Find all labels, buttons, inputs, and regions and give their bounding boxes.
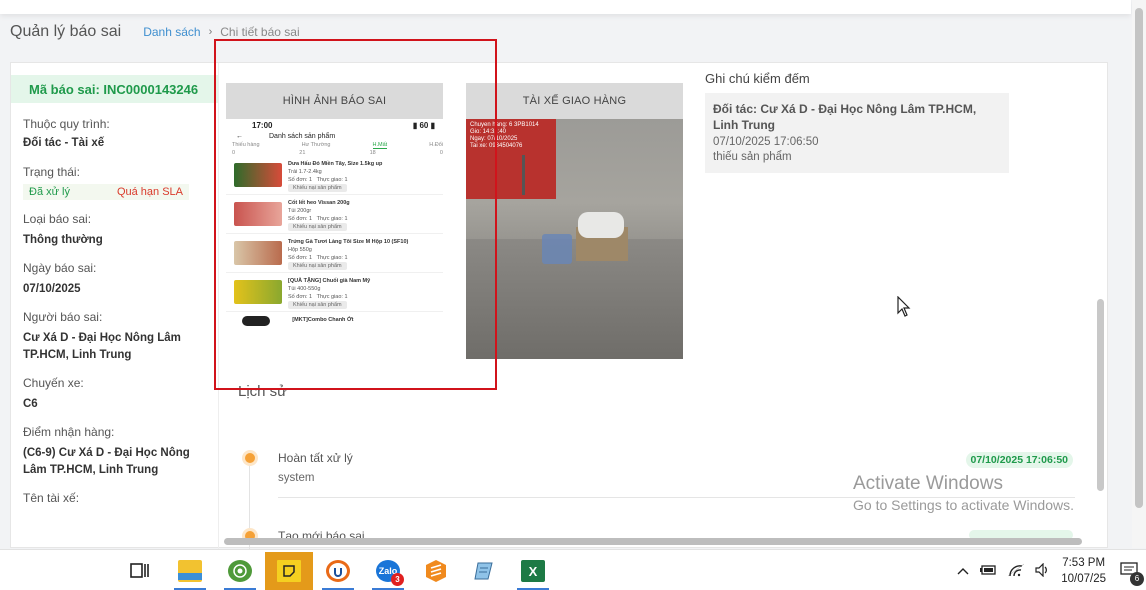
driver-panel: TÀI XẾ GIAO HÀNG Chuyen hang: 6 3PB1014 … [466, 83, 683, 359]
date-label: Ngày báo sai: [23, 261, 97, 275]
driver-field: Tên tài xế: [11, 491, 218, 505]
battery-icon[interactable] [979, 564, 997, 579]
pickup-label: Điểm nhận hàng: [23, 425, 115, 439]
highlight-box [214, 39, 497, 390]
process-label: Thuộc quy trình: [23, 117, 110, 131]
zalo-icon[interactable]: Zalo 3 [366, 552, 410, 590]
count-note: Ghi chú kiểm đếm Đối tác: Cư Xá D - Đại … [705, 71, 1009, 173]
note-time: 07/10/2025 17:06:50 [713, 136, 819, 148]
sublime-text-icon[interactable] [414, 552, 458, 590]
count-note-box: Đối tác: Cư Xá D - Đại Học Nông Lâm TP.H… [705, 93, 1009, 173]
trip-value: C6 [23, 398, 38, 410]
count-note-title: Ghi chú kiểm đếm [705, 71, 810, 86]
report-code: Mã báo sai: INC0000143246 [11, 75, 218, 103]
driver-header: TÀI XẾ GIAO HÀNG [466, 83, 683, 119]
notepad-icon[interactable] [462, 552, 506, 590]
content-scrollbar[interactable] [1097, 299, 1104, 491]
reporter-value: Cư Xá D - Đại Học Nông Lâm TP.HCM, Linh … [23, 332, 181, 361]
type-field: Loại báo sai: Thông thường [11, 212, 218, 249]
trip-field: Chuyến xe: C6 [11, 376, 218, 413]
app-window: Quản lý báo sai Danh sách › Chi tiết báo… [0, 0, 1146, 590]
status-badges: Đã xử lý Quá hạn SLA [23, 184, 189, 200]
notification-count: 6 [1130, 571, 1144, 586]
activate-windows-watermark: Activate Windows Go to Settings to activ… [853, 473, 1074, 513]
driver-label: Tên tài xế: [23, 491, 80, 505]
clock-time: 7:53 PM [1062, 557, 1106, 569]
taskbar: Zalo 3 X 7:53 PM 10/07/25 6 [0, 549, 1146, 590]
ultraviewer-icon[interactable] [316, 552, 360, 590]
note-partner: Đối tác: Cư Xá D - Đại Học Nông Lâm TP.H… [713, 102, 977, 132]
watermark-line2: Go to Settings to activate Windows. [853, 497, 1074, 513]
chevron-up-icon[interactable] [957, 564, 969, 578]
pickup-value: (C6-9) Cư Xá D - Đại Học Nông Lâm TP.HCM… [23, 447, 190, 476]
horizontal-scrollbar[interactable] [224, 538, 1082, 545]
reporter-field: Người báo sai: Cư Xá D - Đại Học Nông Lâ… [11, 310, 218, 364]
reporter-label: Người báo sai: [23, 310, 103, 324]
volume-icon[interactable] [1035, 562, 1051, 580]
page-title: Quản lý báo sai [10, 23, 122, 40]
pickup-field: Điểm nhận hàng: (C6-9) Cư Xá D - Đại Học… [11, 425, 218, 479]
driver-photo-thumbnail[interactable]: Chuyen hang: 6 3PB1014 Gio: 14:3..:40 Ng… [466, 119, 683, 359]
photo-pipe [522, 155, 525, 195]
timeline-dot [245, 453, 255, 463]
process-value: Đối tác - Tài xế [23, 137, 105, 149]
type-value: Thông thường [23, 234, 103, 246]
history-actor: system [278, 472, 315, 484]
excel-label: X [528, 563, 538, 579]
status-field: Trạng thái: Đã xử lý Quá hạn SLA [11, 165, 218, 200]
page-scrollbar[interactable] [1132, 0, 1146, 548]
note-text: thiếu sản phẩm [713, 151, 792, 163]
top-bar [0, 0, 1131, 14]
clock-date: 10/07/25 [1061, 573, 1106, 585]
task-view-icon[interactable] [118, 552, 162, 590]
history-step: Hoàn tất xử lý [278, 451, 353, 465]
breadcrumb-list-link[interactable]: Danh sách [143, 25, 200, 39]
breadcrumb-current: Chi tiết báo sai [220, 25, 300, 39]
process-field: Thuộc quy trình: Đối tác - Tài xế [11, 117, 218, 152]
photo-bag [578, 212, 624, 238]
info-sidebar: Mã báo sai: INC0000143246 Thuộc quy trìn… [11, 63, 219, 549]
clock[interactable]: 7:53 PM 10/07/25 [1061, 555, 1106, 587]
type-label: Loại báo sai: [23, 212, 92, 226]
date-field: Ngày báo sai: 07/10/2025 [11, 261, 218, 298]
zalo-unread-badge: 3 [391, 573, 404, 586]
watermark-line1: Activate Windows [853, 473, 1003, 494]
unikey-icon[interactable] [218, 552, 262, 590]
status-done-badge: Đã xử lý [29, 186, 70, 198]
page-scrollbar-thumb[interactable] [1135, 8, 1143, 508]
trip-label: Chuyến xe: [23, 376, 84, 390]
wifi-icon[interactable] [1007, 563, 1025, 580]
delivery-photo: Chuyen hang: 6 3PB1014 Gio: 14:3..:40 Ng… [466, 119, 683, 359]
photo-floor [466, 239, 683, 359]
file-explorer-icon[interactable] [168, 552, 212, 590]
status-overdue-badge: Quá hạn SLA [116, 186, 183, 198]
excel-icon[interactable]: X [511, 552, 555, 590]
system-tray: 7:53 PM 10/07/25 6 [957, 552, 1144, 590]
history-time-badge: 07/10/2025 17:06:50 [965, 452, 1073, 468]
photo-water-bottles [542, 234, 572, 264]
breadcrumb: Danh sách › Chi tiết báo sai [143, 25, 299, 39]
chevron-right-icon: › [208, 26, 213, 38]
sticky-notes-icon[interactable] [265, 552, 313, 590]
notification-icon[interactable]: 6 [1120, 561, 1144, 586]
status-label: Trạng thái: [23, 165, 80, 179]
date-value: 07/10/2025 [23, 283, 81, 295]
